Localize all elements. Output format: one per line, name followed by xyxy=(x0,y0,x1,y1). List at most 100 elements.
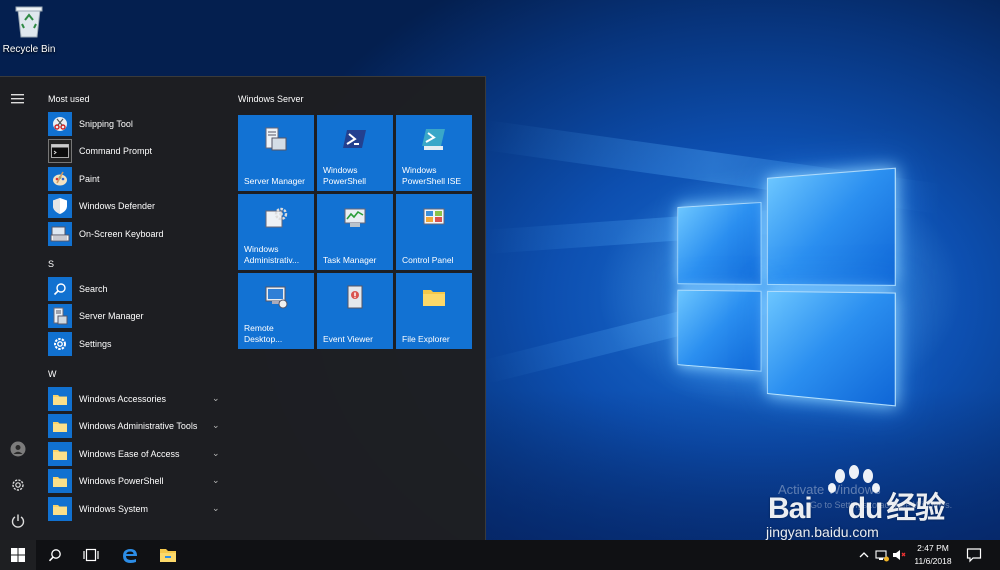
notification-icon[interactable] xyxy=(966,547,982,563)
gear-icon[interactable] xyxy=(6,473,30,497)
tile-control-panel[interactable]: Control Panel xyxy=(396,194,472,270)
clock-time: 2:47 PM xyxy=(917,543,949,553)
app-item-settings[interactable]: Settings xyxy=(48,332,224,356)
shield-icon xyxy=(48,194,72,218)
logo-pane xyxy=(766,290,896,407)
app-label: Settings xyxy=(79,339,112,349)
tile-remote-desktop[interactable]: Remote Desktop... xyxy=(238,273,314,349)
section-header-w: W xyxy=(48,369,57,379)
app-item-windows-defender[interactable]: Windows Defender xyxy=(48,194,224,218)
control-panel-icon xyxy=(423,208,445,225)
wallpaper-windows-logo xyxy=(677,154,897,407)
server-icon xyxy=(265,127,287,151)
app-label: Windows System xyxy=(79,504,149,514)
search-icon xyxy=(48,549,61,562)
power-icon[interactable] xyxy=(6,509,30,533)
windows-logo-icon xyxy=(11,548,25,562)
logo-pane xyxy=(766,167,896,286)
app-item-windows-ease-of-access[interactable]: Windows Ease of Access ⌄ xyxy=(48,442,224,466)
tile-windows-powershell-ise[interactable]: Windows PowerShell ISE xyxy=(396,115,472,191)
file-explorer-icon xyxy=(160,549,176,562)
baidu-brand-bai: Bai xyxy=(768,492,813,525)
recycle-bin[interactable]: Recycle Bin xyxy=(2,4,56,55)
edge-taskbar-button[interactable] xyxy=(112,540,148,570)
folder-icon xyxy=(48,469,72,493)
logo-pane xyxy=(677,289,762,372)
event-viewer-icon xyxy=(347,285,363,309)
start-rail xyxy=(0,77,36,540)
tile-label: Windows Administrativ... xyxy=(244,244,300,265)
chevron-down-icon[interactable]: ⌄ xyxy=(212,449,220,458)
tile-label: Server Manager xyxy=(244,176,305,186)
folder-icon xyxy=(48,387,72,411)
file-explorer-taskbar-button[interactable] xyxy=(150,540,186,570)
app-item-paint[interactable]: Paint xyxy=(48,167,224,191)
app-item-command-prompt[interactable]: Command Prompt xyxy=(48,139,224,163)
app-label: Server Manager xyxy=(79,311,144,321)
tile-windows-administrative-tools[interactable]: Windows Administrativ... xyxy=(238,194,314,270)
tile-label: File Explorer xyxy=(402,334,450,344)
powershell-ise-icon xyxy=(422,129,445,150)
baidu-brand-text: Bai du 经验 xyxy=(768,483,945,527)
tile-windows-powershell[interactable]: Windows PowerShell xyxy=(317,115,393,191)
app-label: Windows Ease of Access xyxy=(79,449,180,459)
app-item-server-manager[interactable]: Server Manager xyxy=(48,304,224,328)
app-label: Windows PowerShell xyxy=(79,476,164,486)
tile-server-manager[interactable]: Server Manager xyxy=(238,115,314,191)
folder-icon xyxy=(423,290,445,306)
app-label: Snipping Tool xyxy=(79,119,133,129)
app-item-search[interactable]: Search xyxy=(48,277,224,301)
admin-tools-icon xyxy=(265,207,288,228)
folder-icon xyxy=(48,442,72,466)
app-item-windows-powershell[interactable]: Windows PowerShell ⌄ xyxy=(48,469,224,493)
tile-label: Event Viewer xyxy=(323,334,373,344)
app-item-windows-system[interactable]: Windows System ⌄ xyxy=(48,497,224,521)
tile-label: Control Panel xyxy=(402,255,454,265)
user-icon[interactable] xyxy=(6,437,30,461)
app-item-windows-administrative-tools[interactable]: Windows Administrative Tools ⌄ xyxy=(48,414,224,438)
chevron-up-icon[interactable] xyxy=(857,548,871,562)
recycle-bin-icon xyxy=(14,4,44,38)
volume-icon[interactable] xyxy=(892,548,906,562)
hamburger-icon[interactable] xyxy=(6,87,30,111)
palette-icon xyxy=(48,167,72,191)
app-item-snipping-tool[interactable]: Snipping Tool xyxy=(48,112,224,136)
clock-date: 11/6/2018 xyxy=(914,556,952,566)
tiles-group-title: Windows Server xyxy=(238,94,304,104)
app-label: Windows Defender xyxy=(79,201,156,211)
chevron-down-icon[interactable]: ⌄ xyxy=(212,504,220,513)
app-item-on-screen-keyboard[interactable]: On-Screen Keyboard xyxy=(48,222,224,246)
scissors-icon xyxy=(48,112,72,136)
remote-desktop-icon xyxy=(265,286,288,309)
baidu-brand-du: du xyxy=(847,492,884,525)
server-icon xyxy=(48,304,72,328)
app-item-windows-accessories[interactable]: Windows Accessories ⌄ xyxy=(48,387,224,411)
tile-label: Task Manager xyxy=(323,255,377,265)
system-clock[interactable]: 2:47 PM 11/6/2018 xyxy=(908,542,958,568)
app-label: Command Prompt xyxy=(79,146,153,156)
start-button[interactable] xyxy=(0,540,36,570)
chevron-down-icon[interactable]: ⌄ xyxy=(212,394,220,403)
chevron-down-icon[interactable]: ⌄ xyxy=(212,476,220,485)
app-label: On-Screen Keyboard xyxy=(79,229,164,239)
taskbar: 2:47 PM 11/6/2018 xyxy=(0,540,1000,570)
network-icon[interactable] xyxy=(875,548,889,562)
section-header-s: S xyxy=(48,259,55,269)
search-icon xyxy=(48,277,72,301)
app-label: Search xyxy=(79,284,108,294)
folder-icon xyxy=(48,414,72,438)
task-manager-icon xyxy=(344,208,366,227)
app-list: Most used Snipping Tool Command Prompt P… xyxy=(44,77,226,540)
task-view-button[interactable] xyxy=(73,540,109,570)
tile-label: Windows PowerShell ISE xyxy=(402,165,462,186)
tile-event-viewer[interactable]: Event Viewer xyxy=(317,273,393,349)
app-label: Windows Administrative Tools xyxy=(79,421,198,431)
tile-task-manager[interactable]: Task Manager xyxy=(317,194,393,270)
edge-icon xyxy=(123,549,137,563)
chevron-down-icon[interactable]: ⌄ xyxy=(212,421,220,430)
keyboard-icon xyxy=(48,222,72,246)
tile-file-explorer[interactable]: File Explorer xyxy=(396,273,472,349)
taskbar-search-button[interactable] xyxy=(37,540,73,570)
start-menu: Most used Snipping Tool Command Prompt P… xyxy=(0,76,486,540)
baidu-brand-cn: 经验 xyxy=(886,492,945,525)
